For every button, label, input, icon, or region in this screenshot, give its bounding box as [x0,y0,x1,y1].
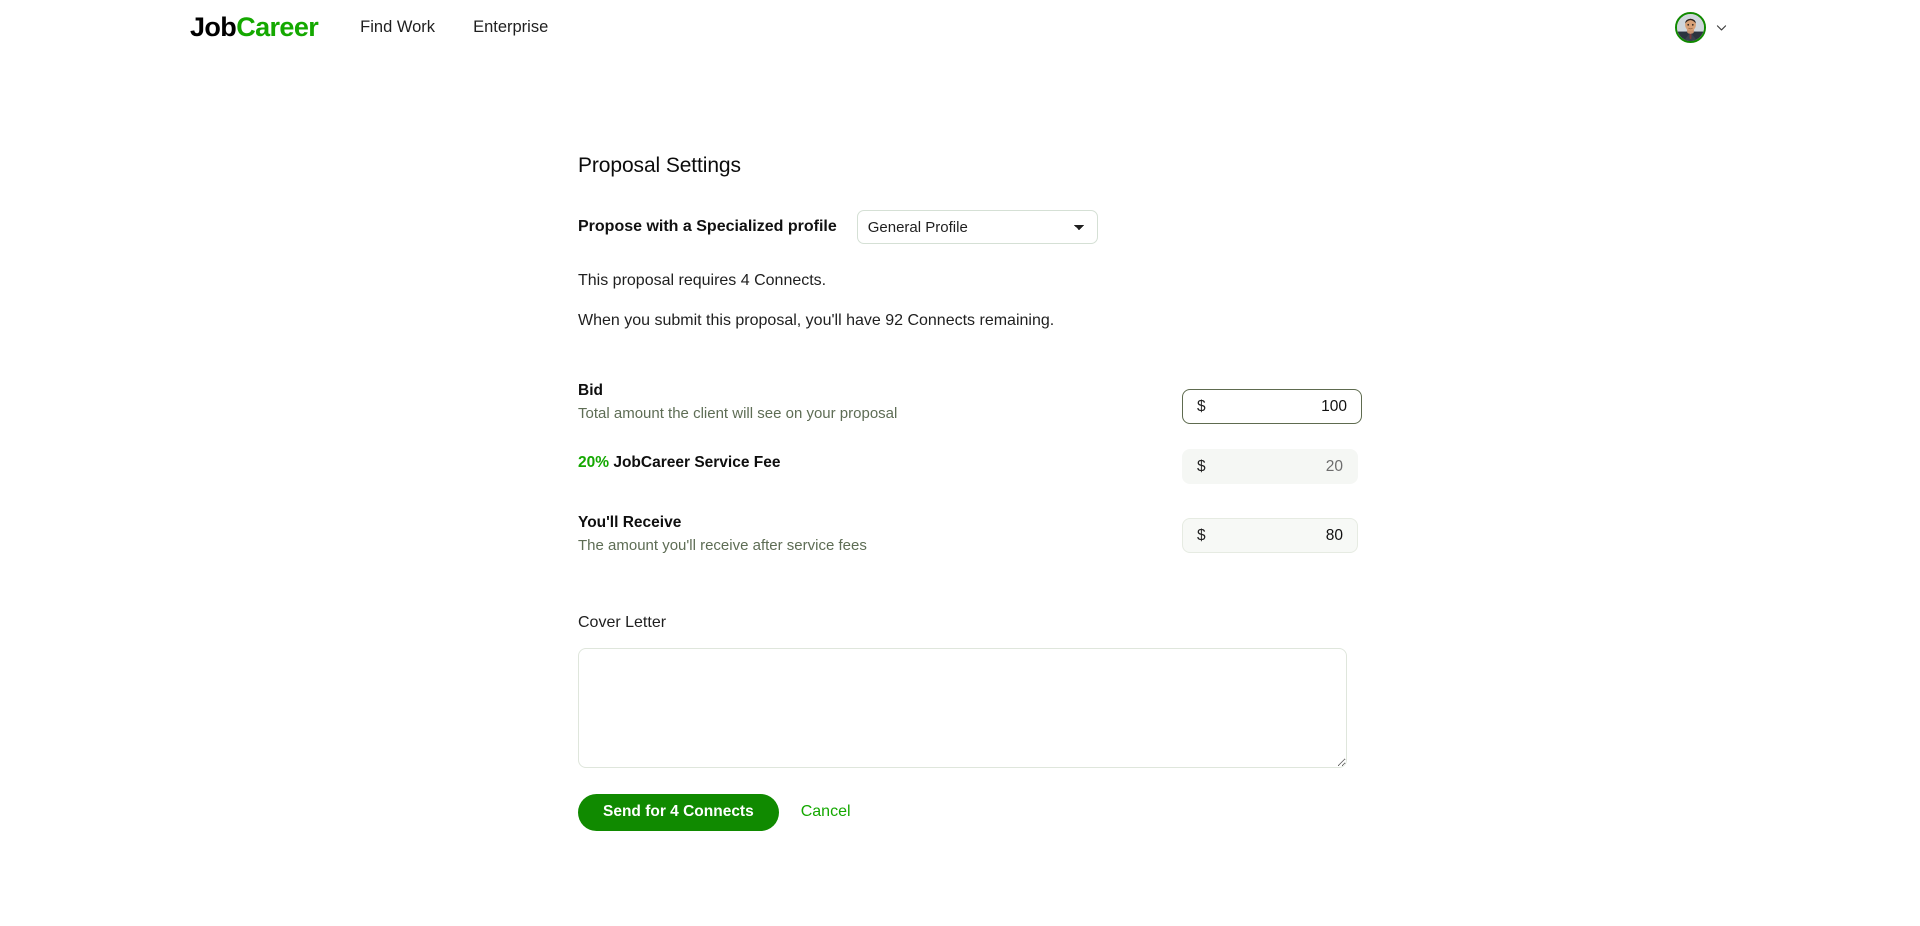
proposal-settings-panel: Proposal Settings Propose with a Special… [578,154,1362,831]
receive-description: The amount you'll receive after service … [578,537,867,555]
cover-letter-label: Cover Letter [578,613,667,631]
connects-required-text: This proposal requires 4 Connects. [578,272,827,289]
bid-input-wrapper[interactable]: $ 100 [1182,389,1362,425]
bid-text-block: Bid Total amount the client will see on … [578,379,897,424]
service-fee-percent: 20% [578,454,610,472]
cover-letter-input[interactable] [578,647,1347,768]
brand-logo-part-one: Job [190,11,237,42]
bid-description: Total amount the client will see on your… [578,405,898,423]
service-fee-row: 20% JobCareer Service Fee $ 20 [578,449,1358,485]
receive-label: You'll Receive [578,514,682,532]
receive-amount-value: 80 [1325,526,1343,544]
main-navigation: Find Work Enterprise [360,18,548,37]
receive-text-block: You'll Receive The amount you'll receive… [578,511,867,556]
specialized-profile-label: Propose with a Specialized profile [578,218,837,235]
chevron-down-icon[interactable] [1715,21,1728,34]
cancel-button[interactable]: Cancel [801,803,851,821]
service-fee-label-text: JobCareer Service Fee [609,454,781,472]
site-header: JobCareer Find Work Enterprise [0,0,1920,54]
account-menu[interactable] [1675,0,1728,54]
specialized-profile-select[interactable]: General Profile [856,210,1098,244]
money-section: Bid Total amount the client will see on … [578,379,1362,556]
bid-label: Bid [578,382,603,400]
nav-item-enterprise[interactable]: Enterprise [473,18,548,37]
service-fee-text-block: 20% JobCareer Service Fee [578,451,781,473]
receive-row: You'll Receive The amount you'll receive… [578,511,1358,556]
form-actions: Send for 4 Connects Cancel [578,793,1358,831]
receive-currency-symbol: $ [1197,526,1206,544]
page-content: Proposal Settings Propose with a Special… [0,54,1920,831]
bid-row: Bid Total amount the client will see on … [578,379,1362,425]
bid-currency-symbol: $ [1197,397,1206,415]
service-fee-field: $ 20 [1182,449,1358,485]
cover-letter-section: Cover Letter [578,614,1358,768]
brand-logo[interactable]: JobCareer [190,11,319,42]
avatar[interactable] [1675,11,1706,43]
page-title: Proposal Settings [578,154,741,177]
specialized-profile-row: Propose with a Specialized profile Gener… [578,210,1358,244]
service-fee-amount-value: 20 [1325,457,1343,475]
service-fee-label: 20% JobCareer Service Fee [578,453,781,473]
connects-remaining-text: When you submit this proposal, you'll ha… [578,311,1055,329]
service-fee-currency-symbol: $ [1197,457,1206,475]
bid-amount-value[interactable]: 100 [1321,398,1347,416]
brand-logo-part-two: Career [236,11,319,42]
send-proposal-button[interactable]: Send for 4 Connects [578,793,779,831]
receive-field: $ 80 [1182,518,1358,554]
nav-item-find-work[interactable]: Find Work [360,18,435,37]
